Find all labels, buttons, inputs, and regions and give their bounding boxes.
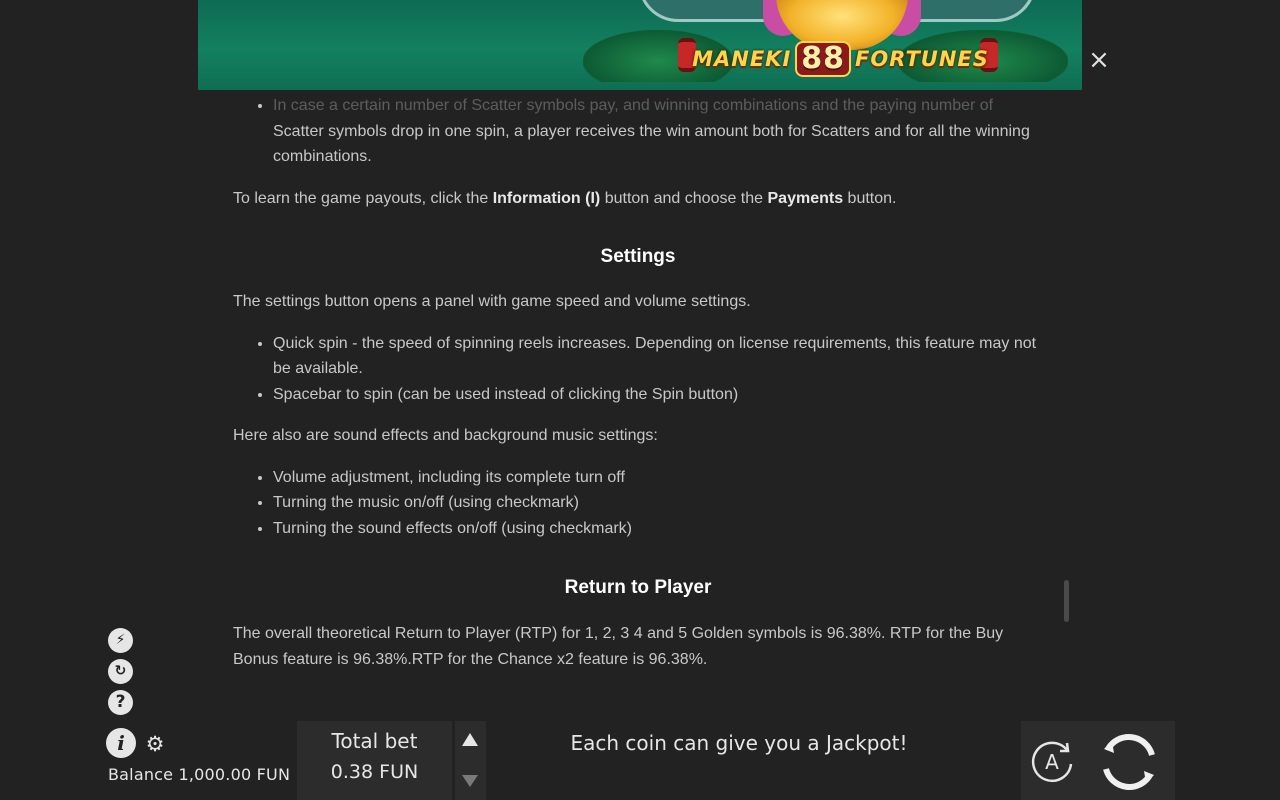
list-item: Spacebar to spin (can be used instead of…	[273, 382, 1043, 408]
payouts-text-3: button.	[843, 189, 897, 207]
logo-word-maneki: MANEKI	[692, 47, 792, 71]
bet-stepper	[455, 721, 486, 800]
payments-button-name: Payments	[767, 189, 844, 207]
autoplay-label: A	[1045, 750, 1059, 774]
scrollbar-thumb[interactable]	[1064, 580, 1069, 622]
clipped-text: In case a certain number of Scatter symb…	[273, 97, 994, 114]
payouts-text-2: button and choose the	[600, 189, 768, 207]
rtp-heading: Return to Player	[564, 577, 712, 598]
total-bet-value: 0.38 FUN	[330, 761, 419, 783]
info-icon[interactable]: i	[106, 728, 136, 758]
spin-panel	[1083, 721, 1175, 800]
game-banner: MANEKI 88 FORTUNES	[198, 0, 1082, 90]
logo-word-fortunes: FORTUNES	[855, 47, 989, 71]
sound-list: Volume adjustment, including its complet…	[273, 465, 1043, 542]
help-icon[interactable]: ?	[108, 690, 133, 715]
rtp-paragraph: The overall theoretical Return to Player…	[233, 625, 1004, 668]
total-bet-panel: Total bet 0.38 FUN	[297, 721, 452, 800]
rules-content: In case a certain number of Scatter symb…	[233, 90, 1043, 672]
payouts-text-1: To learn the game payouts, click the	[233, 189, 493, 207]
logo-number: 88	[795, 41, 852, 77]
spin-button[interactable]	[1094, 727, 1164, 797]
list-item-text: Scatter symbols drop in one spin, a play…	[273, 122, 1030, 166]
information-button-name: Information (I)	[492, 189, 601, 207]
gear-icon[interactable]: ⚙	[144, 733, 166, 755]
promo-message: Each coin can give you a Jackpot!	[570, 731, 908, 755]
close-icon[interactable]: ×	[1088, 45, 1110, 75]
spin-arc-bottom-icon	[1103, 768, 1153, 790]
bet-decrease-arrow-icon[interactable]	[462, 775, 478, 787]
balance-display: Balance 1,000.00 FUN	[108, 765, 291, 784]
list-item: Quick spin - the speed of spinning reels…	[273, 331, 1043, 382]
sound-intro: Here also are sound effects and backgrou…	[233, 427, 658, 444]
list-item: Volume adjustment, including its complet…	[273, 465, 1043, 491]
settings-intro: The settings button opens a panel with g…	[233, 293, 751, 310]
total-bet-label: Total bet	[331, 729, 418, 753]
spin-arc-top-icon	[1105, 734, 1155, 756]
settings-heading: Settings	[600, 246, 676, 267]
list-item: Turning the sound effects on/off (using …	[273, 516, 1043, 542]
game-logo: MANEKI 88 FORTUNES	[692, 40, 988, 78]
autoplay-button[interactable]: A	[1029, 738, 1075, 784]
list-item: Turning the music on/off (using checkmar…	[273, 490, 1043, 516]
autoplay-icon[interactable]: ↻	[108, 659, 133, 684]
scatter-rules-list: In case a certain number of Scatter symb…	[273, 93, 1043, 170]
list-item: In case a certain number of Scatter symb…	[273, 93, 1043, 170]
bet-increase-arrow-icon[interactable]	[462, 733, 478, 746]
turbo-icon[interactable]: ⚡	[108, 628, 133, 653]
payouts-paragraph: To learn the game payouts, click the Inf…	[233, 186, 1043, 212]
settings-list: Quick spin - the speed of spinning reels…	[273, 331, 1043, 408]
close-button[interactable]: ×	[1088, 45, 1110, 75]
autoplay-panel: A	[1021, 721, 1083, 800]
